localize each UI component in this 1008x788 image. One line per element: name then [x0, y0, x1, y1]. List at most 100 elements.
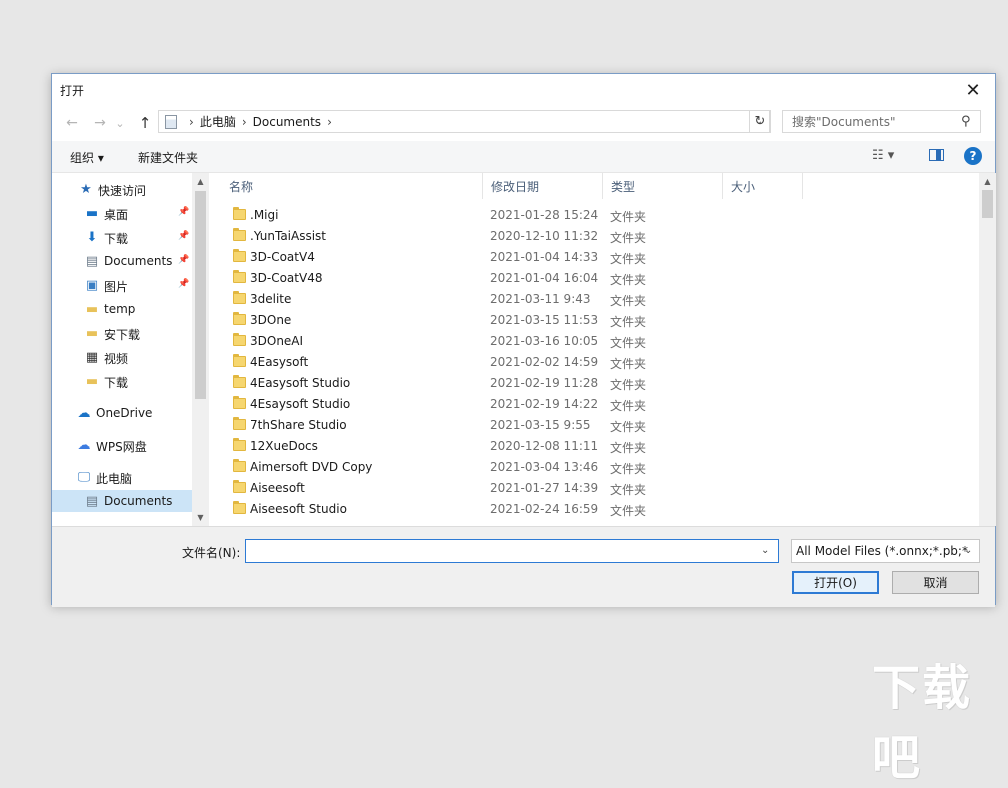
file-name: 3D-CoatV48 — [250, 271, 323, 285]
scroll-down-arrow-icon[interactable]: ▼ — [192, 509, 209, 526]
chevron-down-icon[interactable]: ⌄ — [761, 545, 769, 556]
pictures-icon: ▣ — [85, 277, 99, 293]
file-name: Aiseesoft — [250, 481, 305, 495]
sidebar-item[interactable]: 🖵 此电脑 — [52, 466, 192, 488]
file-name: 12XueDocs — [250, 439, 318, 453]
video-icon: ▦ — [85, 349, 99, 365]
refresh-button[interactable]: ↻ — [749, 110, 771, 133]
back-button[interactable]: ← — [61, 113, 83, 133]
star-icon: ★ — [80, 181, 92, 197]
document-icon: ▤ — [85, 253, 99, 269]
filename-input[interactable] — [245, 539, 779, 563]
sidebar-item[interactable]: ☁ WPS网盘 — [52, 434, 192, 456]
file-row[interactable]: 3DOne 2021-03-15 11:53 文件夹 — [209, 310, 979, 331]
sidebar-item[interactable]: ▬ temp — [52, 298, 192, 320]
folder-icon — [233, 207, 246, 220]
sidebar-item[interactable]: ▤ Documents — [52, 490, 192, 512]
scroll-up-arrow-icon[interactable]: ▲ — [192, 173, 209, 190]
file-name: Aimersoft DVD Copy — [250, 460, 373, 474]
folder-icon — [233, 396, 246, 409]
close-button[interactable]: ✕ — [951, 74, 995, 106]
file-name: 3D-CoatV4 — [250, 250, 315, 264]
file-row[interactable]: 4Easysoft Studio 2021-02-19 11:28 文件夹 — [209, 373, 979, 394]
file-row[interactable]: 3D-CoatV48 2021-01-04 16:04 文件夹 — [209, 268, 979, 289]
scroll-up-arrow-icon[interactable]: ▲ — [979, 173, 996, 190]
file-type: 文件夹 — [610, 252, 647, 266]
sidebar-item[interactable]: ▬ 下载 — [52, 370, 192, 392]
cloud-icon: ☁ — [77, 405, 91, 421]
sidebar-item[interactable]: ▬ 桌面 📌 — [52, 202, 192, 224]
file-row[interactable]: Aimersoft DVD Copy 2021-03-04 13:46 文件夹 — [209, 457, 979, 478]
pin-icon: 📌 — [178, 255, 190, 265]
search-input[interactable] — [782, 110, 981, 133]
sidebar-item[interactable]: ▦ 视频 — [52, 346, 192, 368]
file-type: 文件夹 — [610, 504, 647, 518]
breadcrumb-documents[interactable]: Documents — [253, 115, 321, 129]
preview-pane-icon[interactable] — [929, 149, 944, 161]
sidebar-item-label: WPS网盘 — [96, 440, 147, 454]
organize-button[interactable]: 组织 ▾ — [70, 149, 104, 166]
file-type: 文件夹 — [610, 357, 647, 371]
sort-ascending-icon: ^ — [361, 173, 369, 177]
scrollbar-thumb[interactable] — [982, 190, 993, 218]
sidebar-item[interactable]: ☁ OneDrive — [52, 402, 192, 424]
chevron-down-icon[interactable]: ⌄ — [964, 545, 972, 556]
sidebar-item[interactable]: ★ 快速访问 — [52, 178, 192, 200]
column-header-size-label: 大小 — [731, 179, 756, 194]
file-type: 文件夹 — [610, 273, 647, 287]
navigation-pane-scrollbar[interactable]: ▲ ▼ — [192, 173, 209, 526]
breadcrumb-this-pc[interactable]: 此电脑 — [200, 113, 236, 130]
file-type: 文件夹 — [610, 441, 647, 455]
new-folder-button[interactable]: 新建文件夹 — [138, 149, 198, 166]
file-date: 2020-12-10 11:32 — [490, 229, 599, 243]
file-row[interactable]: 7thShare Studio 2021-03-15 9:55 文件夹 — [209, 415, 979, 436]
file-row[interactable]: 4Easysoft 2021-02-02 14:59 文件夹 — [209, 352, 979, 373]
forward-button[interactable]: → — [89, 113, 111, 133]
file-row[interactable]: Aiseesoft 2021-01-27 14:39 文件夹 — [209, 478, 979, 499]
file-row[interactable]: 3DOneAI 2021-03-16 10:05 文件夹 — [209, 331, 979, 352]
file-name: 3DOne — [250, 313, 292, 327]
file-row[interactable]: Aiseesoft Studio 2021-02-24 16:59 文件夹 — [209, 499, 979, 520]
file-date: 2021-02-02 14:59 — [490, 355, 599, 369]
folder-icon — [233, 249, 246, 262]
file-row[interactable]: 3D-CoatV4 2021-01-04 14:33 文件夹 — [209, 247, 979, 268]
sidebar-item[interactable]: ▤ Documents 📌 — [52, 250, 192, 272]
file-row[interactable]: .YunTaiAssist 2020-12-10 11:32 文件夹 — [209, 226, 979, 247]
file-row[interactable]: 4Esaysoft Studio 2021-02-19 14:22 文件夹 — [209, 394, 979, 415]
help-icon[interactable]: ? — [964, 147, 982, 165]
folder-icon — [233, 312, 246, 325]
open-button[interactable]: 打开(O) — [792, 571, 879, 594]
recent-locations-button[interactable]: ⌄ — [114, 113, 126, 133]
refresh-icon: ↻ — [754, 114, 766, 129]
file-type: 文件夹 — [610, 462, 647, 476]
address-bar[interactable]: › 此电脑 › Documents › ⌄ — [158, 110, 770, 133]
file-name: 7thShare Studio — [250, 418, 347, 432]
column-header-type[interactable]: 类型 — [603, 173, 723, 199]
file-date: 2021-03-15 11:53 — [490, 313, 599, 327]
file-row[interactable]: 12XueDocs 2020-12-08 11:11 文件夹 — [209, 436, 979, 457]
folder-icon — [233, 270, 246, 283]
file-name: 4Easysoft — [250, 355, 309, 369]
back-arrow-icon: ← — [66, 115, 78, 131]
up-button[interactable]: ↑ — [134, 113, 156, 133]
cancel-button[interactable]: 取消 — [892, 571, 979, 594]
file-list-scrollbar[interactable]: ▲ — [979, 173, 996, 526]
sidebar-item-label: 此电脑 — [96, 472, 133, 486]
file-row[interactable]: 3delite 2021-03-11 9:43 文件夹 — [209, 289, 979, 310]
view-options-button[interactable]: ☷ ▾ — [872, 148, 894, 163]
download-icon: ⬇ — [86, 229, 98, 245]
file-type-select[interactable]: All Model Files (*.onnx;*.pb;* — [791, 539, 980, 563]
column-header-name[interactable]: 名称 ^ — [221, 173, 483, 199]
column-header-size[interactable]: 大小 — [723, 173, 803, 199]
column-header-date[interactable]: 修改日期 — [483, 173, 603, 199]
scrollbar-thumb[interactable] — [195, 191, 206, 399]
sidebar-item[interactable]: ▬ 安下载 — [52, 322, 192, 344]
search-icon: ⚲ — [961, 114, 971, 129]
sidebar-item[interactable]: ▣ 图片 📌 — [52, 274, 192, 296]
folder-icon — [233, 228, 246, 241]
file-date: 2021-01-04 14:33 — [490, 250, 599, 264]
file-name: 4Easysoft Studio — [250, 376, 351, 390]
file-name: 3DOneAI — [250, 334, 304, 348]
sidebar-item[interactable]: ⬇ 下载 📌 — [52, 226, 192, 248]
file-row[interactable]: .Migi 2021-01-28 15:24 文件夹 — [209, 205, 979, 226]
